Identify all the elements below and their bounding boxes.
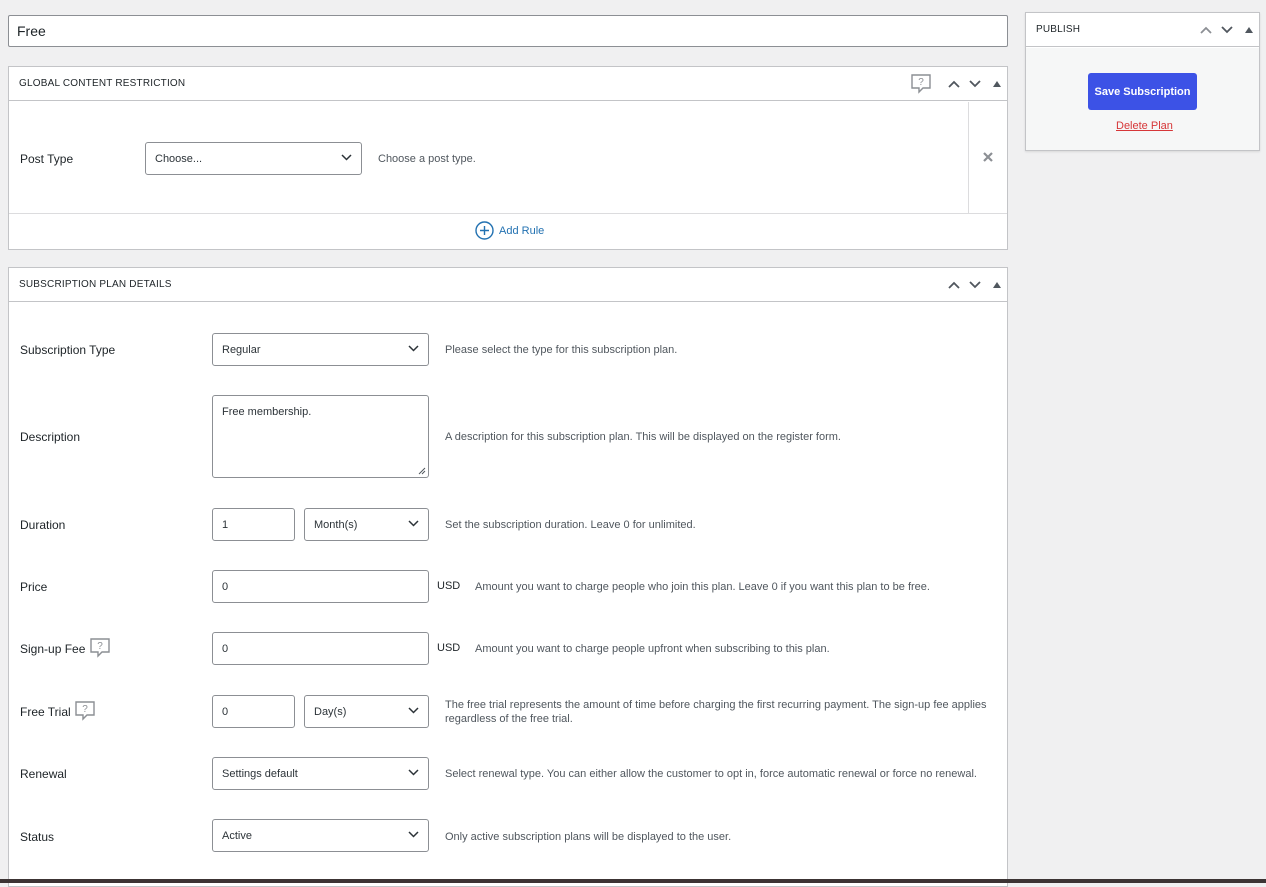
duration-label: Duration	[20, 518, 66, 532]
renewal-label: Renewal	[20, 767, 67, 781]
publish-box: PUBLISH Save Subscription Delete Plan	[1025, 12, 1260, 151]
post-type-label: Post Type	[20, 152, 74, 166]
subscription-type-label: Subscription Type	[20, 343, 116, 357]
price-input[interactable]: 0	[212, 570, 429, 603]
chevron-up-icon[interactable]	[944, 67, 964, 101]
duration-input[interactable]: 1	[212, 508, 295, 541]
chevron-up-icon[interactable]	[944, 268, 964, 302]
description-description: A description for this subscription plan…	[445, 431, 841, 443]
chevron-down-icon	[408, 345, 419, 352]
publish-header: PUBLISH	[1026, 13, 1259, 47]
free-trial-label: Free Trial	[20, 705, 71, 719]
publish-title: PUBLISH	[1036, 24, 1081, 35]
chevron-down-icon	[408, 769, 419, 776]
close-icon[interactable]	[983, 150, 993, 165]
svg-text:?: ?	[82, 704, 88, 715]
free-trial-input[interactable]: 0	[212, 695, 295, 728]
description-value: Free membership.	[222, 406, 312, 418]
price-value: 0	[222, 580, 229, 593]
signup-fee-currency: USD	[437, 642, 461, 654]
chevron-up-icon[interactable]	[1196, 13, 1216, 47]
post-title-input[interactable]: Free	[8, 15, 1008, 47]
triangle-toggle-icon[interactable]	[1239, 13, 1259, 47]
post-type-description: Choose a post type.	[378, 153, 476, 165]
subscription-type-value: Regular	[222, 343, 261, 356]
chevron-down-icon[interactable]	[1217, 13, 1237, 47]
signup-fee-input[interactable]: 0	[212, 632, 429, 665]
subscription-type-description: Please select the type for this subscrip…	[445, 344, 678, 356]
add-rule-button[interactable]: Add Rule	[475, 221, 544, 240]
post-type-select-value: Choose...	[155, 152, 203, 165]
content-restriction-box: GLOBAL CONTENT RESTRICTION ? Post Type C…	[8, 66, 1008, 250]
description-textarea[interactable]: Free membership.	[212, 395, 429, 478]
status-label: Status	[20, 830, 55, 844]
status-value: Active	[222, 829, 252, 842]
status-select[interactable]: Active	[212, 819, 429, 852]
content-restriction-header: GLOBAL CONTENT RESTRICTION ?	[9, 67, 1007, 101]
free-trial-description-line2: regardless of the free trial.	[445, 713, 573, 725]
renewal-description: Select renewal type. You can either allo…	[445, 768, 977, 780]
free-trial-description-line1: The free trial represents the amount of …	[445, 699, 987, 711]
status-description: Only active subscription plans will be d…	[445, 831, 732, 843]
add-rule-label: Add Rule	[499, 224, 545, 237]
price-currency: USD	[437, 580, 461, 592]
delete-plan-link[interactable]: Delete Plan	[1116, 120, 1173, 132]
duration-description: Set the subscription duration. Leave 0 f…	[445, 519, 696, 531]
svg-text:?: ?	[918, 77, 924, 88]
renewal-value: Settings default	[222, 767, 298, 780]
signup-fee-description: Amount you want to charge people upfront…	[475, 643, 830, 655]
description-label: Description	[20, 430, 81, 444]
triangle-toggle-icon[interactable]	[987, 268, 1007, 302]
help-bubble-icon[interactable]: ?	[910, 73, 932, 95]
plan-details-title: SUBSCRIPTION PLAN DETAILS	[19, 279, 172, 290]
duration-value: 1	[222, 518, 229, 531]
bottom-edge-bar	[0, 879, 1266, 883]
svg-text:?: ?	[97, 641, 103, 652]
chevron-down-icon	[341, 154, 352, 161]
renewal-select[interactable]: Settings default	[212, 757, 429, 790]
post-type-select[interactable]: Choose...	[145, 142, 362, 175]
help-bubble-icon[interactable]: ?	[74, 700, 96, 722]
duration-unit-value: Month(s)	[314, 518, 358, 531]
signup-fee-label: Sign-up Fee	[20, 642, 86, 656]
price-description: Amount you want to charge people who joi…	[475, 581, 930, 593]
duration-unit-select[interactable]: Month(s)	[304, 508, 429, 541]
help-bubble-icon[interactable]: ?	[89, 637, 111, 659]
content-restriction-title: GLOBAL CONTENT RESTRICTION	[19, 78, 186, 89]
plan-details-header: SUBSCRIPTION PLAN DETAILS	[9, 268, 1007, 302]
signup-fee-value: 0	[222, 642, 229, 655]
resize-handle-icon[interactable]	[418, 467, 426, 475]
chevron-down-icon	[408, 520, 419, 527]
free-trial-unit-value: Day(s)	[314, 705, 347, 718]
add-rule-divider	[9, 213, 1007, 214]
free-trial-unit-select[interactable]: Day(s)	[304, 695, 429, 728]
chevron-down-icon	[408, 831, 419, 838]
chevron-down-icon[interactable]	[965, 268, 985, 302]
plan-details-box: SUBSCRIPTION PLAN DETAILS Subscription T…	[8, 267, 1008, 887]
plus-circle-icon	[475, 221, 494, 240]
chevron-down-icon	[408, 707, 419, 714]
rule-row-divider	[968, 102, 969, 214]
price-label: Price	[20, 580, 48, 594]
save-subscription-button[interactable]: Save Subscription	[1088, 73, 1197, 110]
chevron-down-icon[interactable]	[965, 67, 985, 101]
triangle-toggle-icon[interactable]	[987, 67, 1007, 101]
free-trial-value: 0	[222, 705, 229, 718]
subscription-type-select[interactable]: Regular	[212, 333, 429, 366]
